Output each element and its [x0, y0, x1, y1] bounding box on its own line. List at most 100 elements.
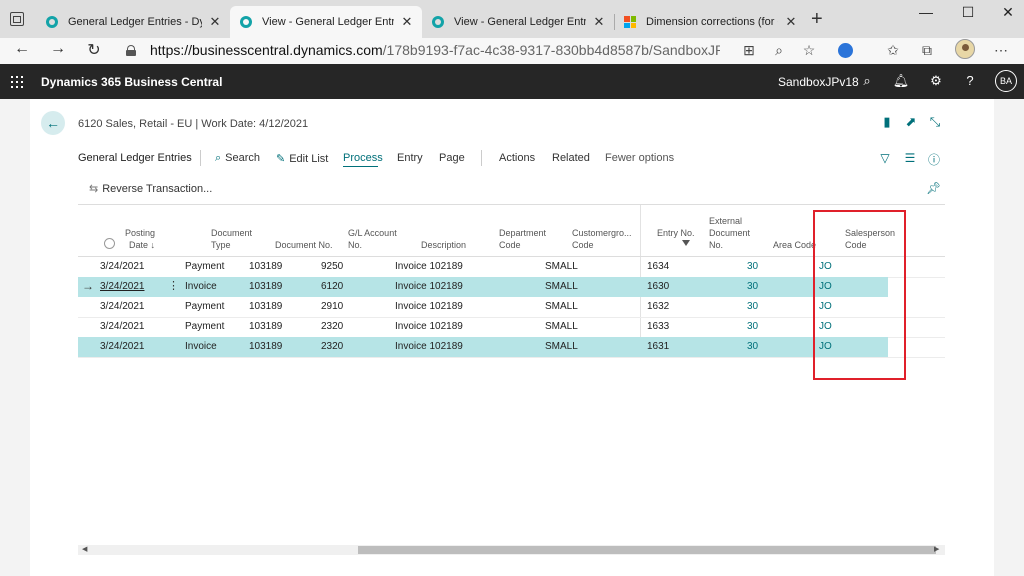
column-header-gl-account-no[interactable]: G/L Account No. — [348, 227, 397, 251]
collapse-icon[interactable]: ⤡ — [927, 114, 943, 130]
open-new-window-icon[interactable]: ⬈ — [903, 114, 919, 130]
cell-entry-no[interactable]: 1632 — [647, 301, 669, 312]
more-icon[interactable]: ⋯ — [992, 42, 1010, 59]
cell-document-no: 103189 — [249, 301, 283, 312]
cell-posting-date[interactable]: 3/24/2021 — [100, 321, 145, 332]
cell-posting-date[interactable]: 3/24/2021 — [100, 341, 145, 352]
help-icon[interactable]: ? — [961, 73, 979, 88]
favorite-star-icon[interactable]: ☆ — [800, 42, 818, 59]
column-header-department-code[interactable]: Department Code — [499, 227, 546, 251]
cell-external-document-no[interactable]: 30 — [747, 281, 758, 292]
cell-entry-no[interactable]: 1633 — [647, 321, 669, 332]
cell-entry-no[interactable]: 1634 — [647, 261, 669, 272]
address-bar[interactable]: https://businesscentral.dynamics.com/178… — [116, 39, 836, 61]
horizontal-scrollbar[interactable] — [78, 545, 945, 555]
profile-avatar[interactable] — [955, 39, 975, 59]
settings-gear-icon[interactable]: ⚙ — [927, 73, 945, 89]
new-tab-button[interactable]: + — [811, 8, 823, 31]
user-avatar[interactable]: BA — [995, 70, 1017, 92]
browser-tab[interactable]: Dimension corrections (for G/L E ✕ — [614, 6, 806, 38]
header-line: Code — [572, 240, 594, 250]
cell-gl-account-no: 9250 — [321, 261, 344, 272]
url-text[interactable]: https://businesscentral.dynamics.com/178… — [150, 42, 720, 58]
app-available-icon[interactable]: ⊞ — [740, 42, 758, 59]
edit-list-icon: ✎ — [276, 153, 286, 165]
table-row[interactable]: 3/24/2021 Payment 103189 9250 Invoice 10… — [78, 257, 888, 277]
bc-icon — [432, 16, 444, 28]
browser-tab[interactable]: General Ledger Entries - Dynamic ✕ — [36, 6, 230, 38]
tab-actions[interactable]: Actions — [499, 152, 535, 164]
cell-external-document-no[interactable]: 30 — [747, 261, 758, 272]
filter-pane-icon[interactable]: ▽ — [877, 151, 893, 165]
list-view-icon[interactable]: ☰ — [902, 151, 918, 165]
table-row[interactable]: 3/24/2021 Payment 103189 2910 Invoice 10… — [78, 297, 888, 317]
tab-title: General Ledger Entries - Dynamic — [68, 16, 202, 28]
cell-entry-no[interactable]: 1631 — [647, 341, 669, 352]
column-header-customergroup-code[interactable]: Customergro... Code — [572, 227, 632, 251]
microsoft-icon — [624, 16, 636, 28]
reverse-transaction-button[interactable]: ⇆ Reverse Transaction... — [89, 182, 212, 195]
grid-top-border — [78, 204, 945, 205]
extension-globe-icon[interactable] — [838, 43, 853, 58]
table-row-selected[interactable]: 3/24/2021 Invoice 103189 2320 Invoice 10… — [78, 337, 888, 357]
select-all-checkbox[interactable] — [104, 238, 115, 249]
app-launcher-icon[interactable] — [11, 76, 23, 88]
window-menu-icon[interactable] — [10, 12, 24, 26]
cell-entry-no[interactable]: 1630 — [647, 281, 669, 292]
zoom-icon[interactable]: ⌕ — [770, 42, 788, 59]
table-row[interactable]: 3/24/2021 Payment 103189 2320 Invoice 10… — [78, 317, 888, 337]
search-icon[interactable]: ⌕ — [858, 73, 876, 89]
cell-posting-date[interactable]: 3/24/2021 — [100, 281, 145, 292]
row-actions-ellipsis-icon[interactable]: ⋮ — [168, 279, 179, 292]
notifications-bell-icon[interactable]: 🔔︎ — [892, 73, 910, 89]
product-title: Dynamics 365 Business Central — [41, 75, 223, 89]
minimize-icon[interactable]: — — [916, 4, 936, 20]
cell-posting-date[interactable]: 3/24/2021 — [100, 261, 145, 272]
cell-external-document-no[interactable]: 30 — [747, 321, 758, 332]
tab-page[interactable]: Page — [439, 152, 465, 164]
column-header-document-no[interactable]: Document No. — [275, 239, 333, 251]
cell-gl-account-no: 2320 — [321, 321, 344, 332]
column-header-description[interactable]: Description — [421, 239, 466, 251]
active-tab-underline — [343, 166, 378, 167]
cell-posting-date[interactable]: 3/24/2021 — [100, 301, 145, 312]
column-header-entry-no[interactable]: Entry No. — [657, 227, 695, 239]
tab-entry[interactable]: Entry — [397, 152, 423, 164]
column-header-document-type[interactable]: Document Type — [211, 227, 252, 251]
bookmark-icon[interactable]: ▮ — [879, 114, 895, 130]
cell-external-document-no[interactable]: 30 — [747, 341, 758, 352]
column-header-external-document-no[interactable]: External Document No. — [709, 215, 750, 251]
scroll-right-arrow-icon[interactable]: ▶ — [934, 545, 939, 553]
tab-related[interactable]: Related — [552, 152, 590, 164]
close-icon[interactable]: ✕ — [784, 14, 798, 30]
back-button[interactable]: ← — [41, 111, 65, 135]
maximize-icon[interactable]: ☐ — [958, 4, 978, 21]
refresh-icon[interactable]: ↻ — [84, 40, 104, 60]
scrollbar-thumb[interactable] — [358, 546, 936, 554]
collections-icon[interactable]: ⧉ — [918, 42, 936, 59]
close-icon[interactable]: ✕ — [400, 14, 414, 30]
header-line: Document — [709, 228, 751, 238]
header-line: Customergro... — [572, 228, 632, 238]
cell-external-document-no[interactable]: 30 — [747, 301, 758, 312]
back-arrow-icon[interactable]: ← — [12, 40, 32, 58]
pin-action-bar-icon[interactable]: 📌︎ — [926, 181, 941, 195]
close-icon[interactable]: ✕ — [592, 14, 606, 30]
column-header-posting-date[interactable]: Posting Date ↓ — [120, 227, 155, 251]
forward-arrow-icon[interactable]: → — [48, 40, 68, 58]
header-line: Description — [421, 240, 467, 250]
favorites-icon[interactable]: ✩ — [884, 42, 902, 59]
column-header-area-code[interactable]: Area Code — [773, 239, 816, 251]
info-icon[interactable]: ⓘ — [926, 151, 942, 168]
close-icon[interactable]: ✕ — [208, 14, 222, 30]
reverse-icon: ⇆ — [89, 183, 99, 195]
close-window-icon[interactable]: ✕ — [998, 4, 1018, 21]
search-button[interactable]: ⌕ Search — [215, 152, 260, 165]
edit-list-button[interactable]: ✎ Edit List — [276, 152, 328, 165]
browser-tab-active[interactable]: View - General Ledger Entries - 6 ✕ — [230, 6, 422, 38]
scroll-left-arrow-icon[interactable]: ◀ — [82, 545, 87, 553]
fewer-options-button[interactable]: Fewer options — [605, 152, 674, 164]
browser-tab[interactable]: View - General Ledger Entries - 7 ✕ — [422, 6, 614, 38]
table-row-selected[interactable]: → 3/24/2021 ⋮ Invoice 103189 6120 Invoic… — [78, 277, 888, 297]
tab-process[interactable]: Process — [343, 152, 383, 164]
